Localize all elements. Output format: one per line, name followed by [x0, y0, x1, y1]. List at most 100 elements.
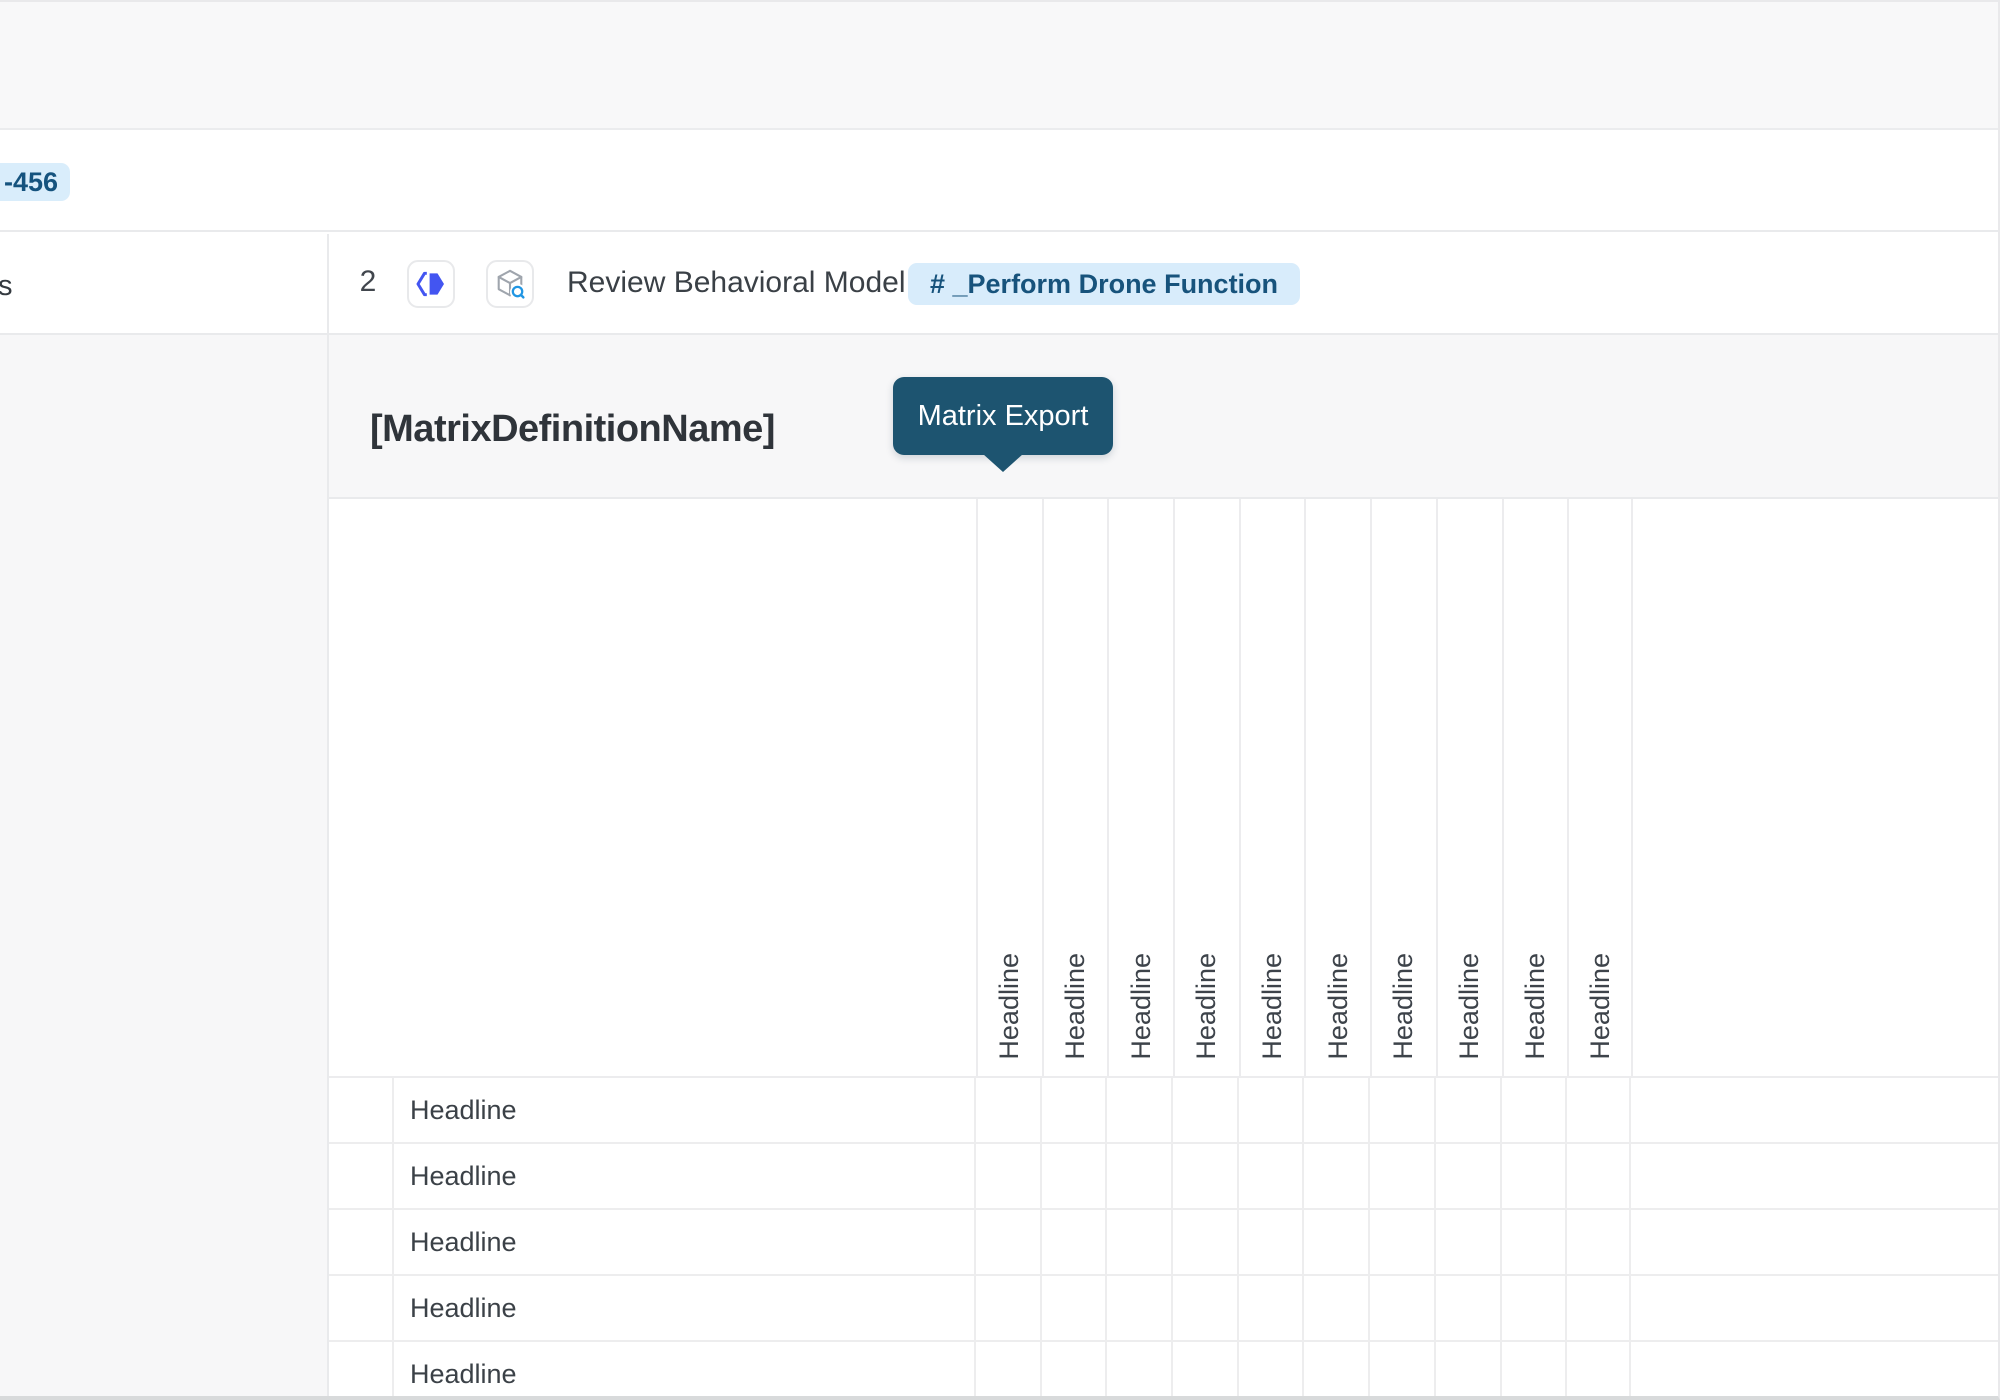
matrix-cell[interactable] — [1565, 1276, 1631, 1340]
matrix-cell[interactable] — [1105, 1078, 1171, 1142]
column-header-label: Headline — [1191, 953, 1222, 1060]
model-item-row[interactable]: s 2 — [0, 234, 1998, 335]
matrix-column-header[interactable]: Headline — [1304, 499, 1370, 1076]
matrix-cell[interactable] — [1302, 1342, 1368, 1400]
matrix-row[interactable]: Headline — [329, 1342, 1998, 1400]
matrix-cell[interactable] — [1565, 1210, 1631, 1274]
row-index-cell — [329, 1078, 394, 1142]
matrix-column-header[interactable]: Headline — [1567, 499, 1633, 1076]
matrix-header-row: Headline Headline Headline Headline Head… — [329, 499, 1998, 1078]
matrix-cell[interactable] — [1237, 1144, 1303, 1208]
top-bar — [0, 2, 1998, 130]
matrix-row-header[interactable]: Headline — [394, 1210, 974, 1274]
matrix-cell[interactable] — [1434, 1078, 1500, 1142]
matrix-cell[interactable] — [974, 1210, 1040, 1274]
row-filler — [1631, 1342, 1998, 1400]
matrix-column-header[interactable]: Headline — [1239, 499, 1305, 1076]
matrix-cell[interactable] — [1565, 1078, 1631, 1142]
matrix-cell[interactable] — [1302, 1078, 1368, 1142]
matrix-cell[interactable] — [1171, 1210, 1237, 1274]
matrix-cell[interactable] — [1237, 1342, 1303, 1400]
matrix-cell[interactable] — [974, 1276, 1040, 1340]
model-search-button[interactable] — [486, 260, 534, 308]
matrix-column-header[interactable]: Headline — [1370, 499, 1436, 1076]
matrix-cell[interactable] — [1368, 1078, 1434, 1142]
half-hexagon-icon — [416, 271, 446, 297]
column-header-label: Headline — [1060, 953, 1091, 1060]
matrix-cell[interactable] — [1237, 1210, 1303, 1274]
matrix-table: Headline Headline Headline Headline Head… — [329, 499, 1998, 1396]
matrix-column-header[interactable]: Headline — [1502, 499, 1568, 1076]
panel-divider — [327, 234, 329, 333]
matrix-row-header[interactable]: Headline — [394, 1078, 974, 1142]
row-index-cell — [329, 1342, 394, 1400]
tooltip-text: Matrix Export — [918, 400, 1089, 433]
matrix-cell[interactable] — [1500, 1276, 1566, 1340]
matrix-cell[interactable] — [1040, 1276, 1106, 1340]
matrix-export-tooltip: Matrix Export — [893, 377, 1113, 455]
matrix-cell[interactable] — [1237, 1078, 1303, 1142]
matrix-cell[interactable] — [1040, 1342, 1106, 1400]
matrix-cell[interactable] — [1302, 1276, 1368, 1340]
matrix-column-headers: Headline Headline Headline Headline Head… — [976, 499, 1633, 1076]
column-header-label: Headline — [1585, 953, 1616, 1060]
matrix-cell[interactable] — [1171, 1078, 1237, 1142]
function-tag-badge[interactable]: # _Perform Drone Function — [908, 263, 1300, 305]
matrix-cell[interactable] — [974, 1144, 1040, 1208]
matrix-cell[interactable] — [1237, 1276, 1303, 1340]
requirement-id-badge[interactable]: -456 — [0, 163, 70, 201]
matrix-cell[interactable] — [1500, 1342, 1566, 1400]
matrix-cell[interactable] — [974, 1078, 1040, 1142]
matrix-cell[interactable] — [1500, 1078, 1566, 1142]
matrix-column-header[interactable]: Headline — [1173, 499, 1239, 1076]
matrix-cell[interactable] — [1500, 1144, 1566, 1208]
matrix-cell[interactable] — [1565, 1144, 1631, 1208]
matrix-cell[interactable] — [1434, 1276, 1500, 1340]
matrix-row[interactable]: Headline — [329, 1078, 1998, 1144]
column-header-label: Headline — [1323, 953, 1354, 1060]
column-header-label: Headline — [1126, 953, 1157, 1060]
item-title: Review Behavioral Model — [567, 266, 906, 300]
matrix-cell[interactable] — [1105, 1144, 1171, 1208]
matrix-cell[interactable] — [1302, 1210, 1368, 1274]
matrix-cell[interactable] — [1171, 1342, 1237, 1400]
matrix-cell[interactable] — [1368, 1144, 1434, 1208]
matrix-cell[interactable] — [1368, 1276, 1434, 1340]
matrix-cell[interactable] — [1434, 1144, 1500, 1208]
matrix-row-header[interactable]: Headline — [394, 1342, 974, 1400]
matrix-cell[interactable] — [1040, 1078, 1106, 1142]
matrix-cell[interactable] — [1105, 1276, 1171, 1340]
matrix-cell[interactable] — [1434, 1342, 1500, 1400]
matrix-cell[interactable] — [1171, 1276, 1237, 1340]
matrix-cell[interactable] — [1040, 1210, 1106, 1274]
matrix-cell[interactable] — [1500, 1210, 1566, 1274]
matrix-cell[interactable] — [974, 1342, 1040, 1400]
matrix-cell[interactable] — [1368, 1342, 1434, 1400]
row-filler — [1631, 1078, 1998, 1142]
matrix-column-header[interactable]: Headline — [1436, 499, 1502, 1076]
matrix-column-header[interactable]: Headline — [976, 499, 1042, 1076]
matrix-row[interactable]: Headline — [329, 1276, 1998, 1342]
matrix-cell[interactable] — [1434, 1210, 1500, 1274]
matrix-row[interactable]: Headline — [329, 1210, 1998, 1276]
matrix-cell[interactable] — [1565, 1342, 1631, 1400]
matrix-cell[interactable] — [1105, 1210, 1171, 1274]
matrix-column-header[interactable]: Headline — [1107, 499, 1173, 1076]
matrix-cell[interactable] — [1105, 1342, 1171, 1400]
left-panel — [0, 335, 329, 1396]
matrix-cell[interactable] — [1302, 1144, 1368, 1208]
matrix-column-header[interactable]: Headline — [1042, 499, 1108, 1076]
row-index-cell — [329, 1144, 394, 1208]
column-header-label: Headline — [1520, 953, 1551, 1060]
matrix-cell[interactable] — [1040, 1144, 1106, 1208]
row-index-cell — [329, 1276, 394, 1340]
matrix-row-header[interactable]: Headline — [394, 1276, 974, 1340]
matrix-row[interactable]: Headline — [329, 1144, 1998, 1210]
matrix-cell[interactable] — [1171, 1144, 1237, 1208]
item-type-button[interactable] — [407, 260, 455, 308]
matrix-cell[interactable] — [1368, 1210, 1434, 1274]
matrix-header-band: [MatrixDefinitionName] Matrix Export — [329, 335, 1998, 499]
matrix-row-header[interactable]: Headline — [394, 1144, 974, 1208]
row-filler — [1631, 1144, 1998, 1208]
breadcrumb-row: -456 — [0, 130, 1998, 232]
